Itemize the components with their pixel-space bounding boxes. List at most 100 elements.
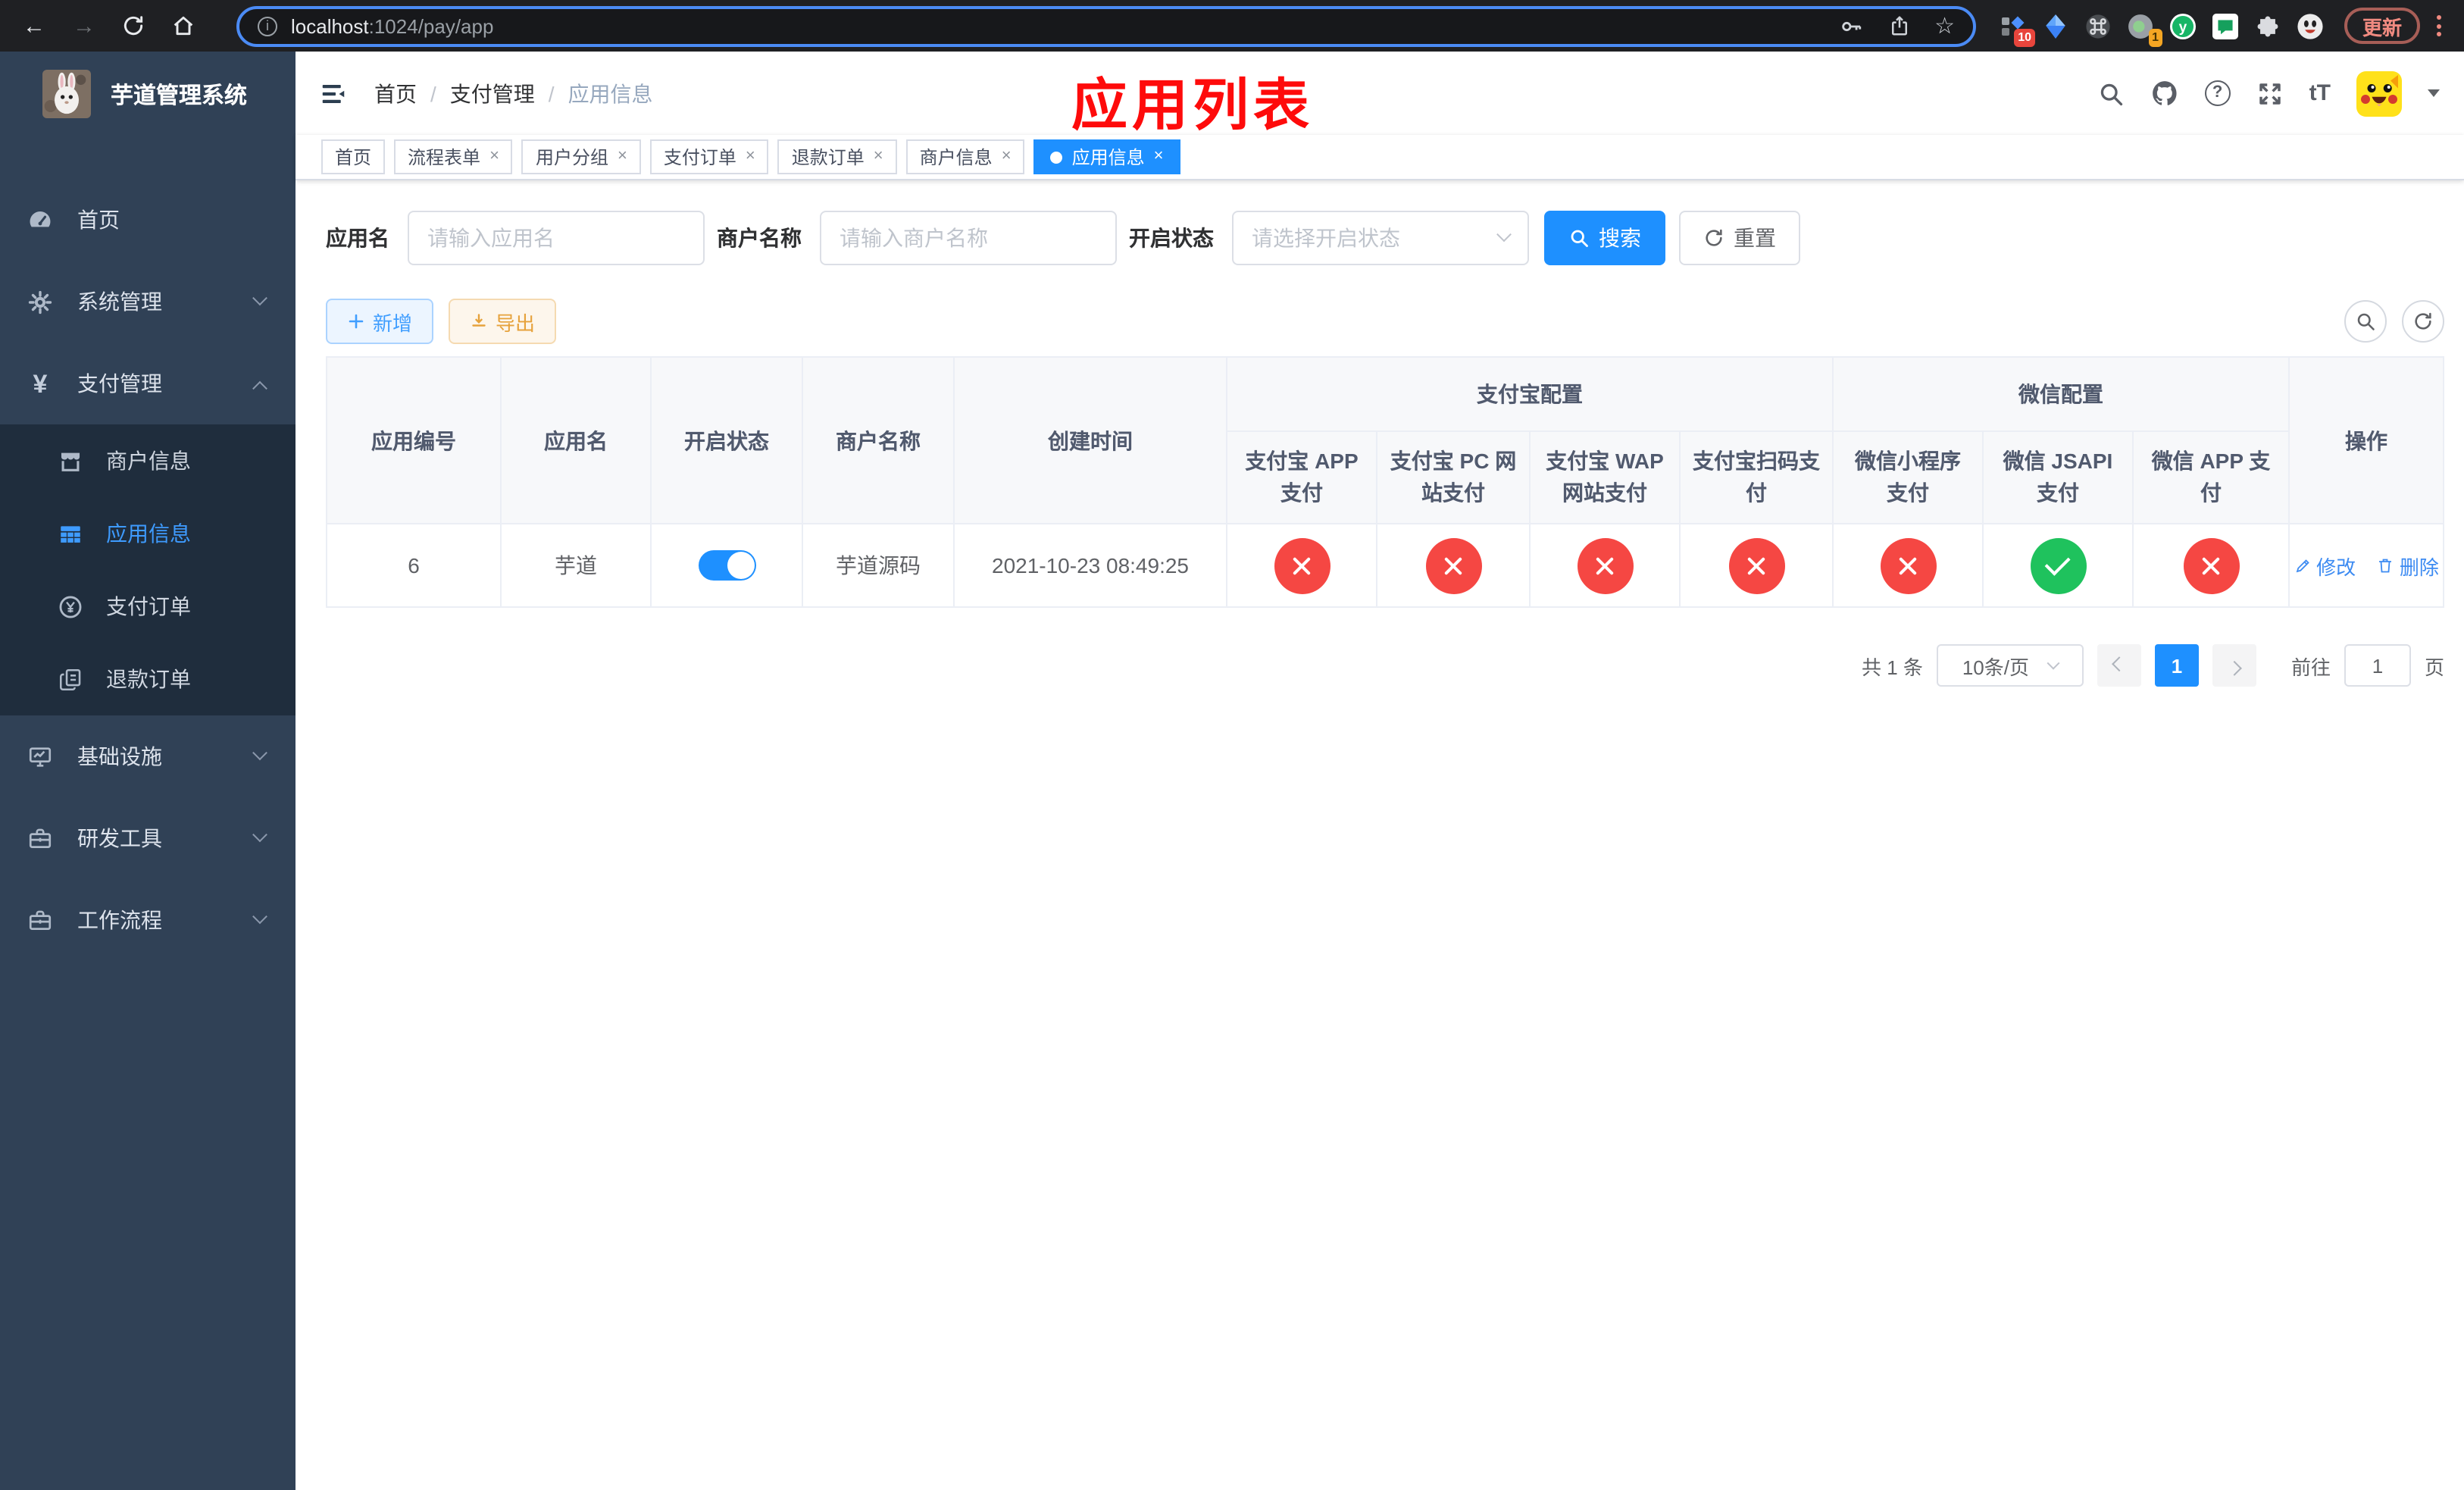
logo-rabbit-avatar [42, 70, 91, 118]
pay-status-icon [1274, 537, 1330, 593]
emoji-extension-icon[interactable] [2297, 13, 2323, 39]
sidebar-item-home[interactable]: 首页 [0, 179, 295, 261]
tab-user-group[interactable]: 用户分组 × [521, 139, 641, 174]
pay-status-icon [1880, 537, 1936, 593]
tab-home[interactable]: 首页 [321, 139, 386, 174]
col-alipay-pc: 支付宝 PC 网站支付 [1376, 430, 1531, 524]
sidebar-item-refund-orders[interactable]: 退款订单 [0, 643, 295, 715]
user-avatar[interactable] [2356, 70, 2402, 116]
breadcrumb-home[interactable]: 首页 [374, 78, 417, 108]
tab-pay-orders[interactable]: 支付订单 × [649, 139, 769, 174]
chat-extension-icon[interactable] [2212, 13, 2238, 39]
col-alipay-app: 支付宝 APP 支付 [1226, 430, 1377, 524]
sidebar-item-system[interactable]: 系统管理 [0, 261, 295, 343]
group-wechat-config: 微信配置 [1832, 356, 2290, 432]
sidebar-item-merchant-info[interactable]: 商户信息 [0, 424, 295, 497]
prev-page-button[interactable] [2097, 644, 2141, 687]
github-icon[interactable] [2150, 79, 2179, 108]
chevron-down-icon[interactable] [2428, 89, 2440, 97]
info-icon[interactable]: i [258, 16, 277, 36]
fullscreen-icon[interactable] [2256, 80, 2284, 107]
app-name-label: 应用名 [326, 226, 389, 250]
shop-icon [58, 448, 83, 474]
sidebar-item-dev-tools[interactable]: 研发工具 [0, 797, 295, 879]
sidebar-item-app-info[interactable]: 应用信息 [0, 497, 295, 570]
reset-button[interactable]: 重置 [1679, 211, 1800, 265]
add-button[interactable]: 新增 [326, 299, 434, 344]
sidebar-item-pay-orders[interactable]: 支付订单 [0, 570, 295, 643]
chevron-left-icon [2112, 656, 2127, 671]
forward-icon[interactable]: → [71, 13, 97, 39]
goto-label: 前往 [2290, 656, 2331, 678]
sidebar-item-payment[interactable]: ¥ 支付管理 [0, 343, 295, 424]
bookmark-star-icon[interactable]: ☆ [1934, 12, 1955, 39]
home-icon[interactable] [171, 14, 197, 38]
breadcrumb: 首页 / 支付管理 / 应用信息 [374, 78, 653, 108]
breadcrumb-current: 应用信息 [568, 81, 653, 105]
close-icon[interactable]: × [874, 148, 883, 165]
pay-status-icon [2183, 537, 2239, 593]
close-icon[interactable]: × [746, 148, 755, 165]
kite-extension-icon[interactable] [2043, 13, 2068, 39]
page-size-select[interactable]: 10条/页 [1936, 644, 2084, 687]
command-extension-icon[interactable] [2085, 13, 2111, 39]
reload-icon[interactable] [121, 14, 147, 38]
edit-link[interactable]: 修改 [2294, 551, 2356, 580]
delete-link[interactable]: 删除 [2377, 551, 2439, 580]
grid-table-icon [58, 521, 83, 546]
status-label: 开启状态 [1129, 226, 1214, 250]
status-select[interactable]: 请选择开启状态 [1232, 211, 1529, 265]
yen-circle-icon [58, 593, 83, 619]
tab-merchant-info[interactable]: 商户信息 × [905, 139, 1025, 174]
refresh-button[interactable] [2402, 300, 2444, 343]
help-icon[interactable]: ? [2204, 80, 2231, 106]
current-page-button[interactable]: 1 [2154, 644, 2199, 687]
document-copy-icon [58, 666, 83, 692]
tasks-extension-icon[interactable]: 10 [2000, 13, 2035, 46]
back-icon[interactable]: ← [21, 13, 47, 39]
extensions-puzzle-icon[interactable] [2255, 13, 2281, 39]
recorder-extension-icon[interactable]: 1 [2128, 13, 2162, 46]
active-dot [1050, 151, 1063, 163]
tab-refund-orders[interactable]: 退款订单 × [777, 139, 897, 174]
sidebar-item-workflow[interactable]: 工作流程 [0, 879, 295, 961]
app-name-input[interactable] [408, 211, 705, 265]
chevron-up-icon [252, 380, 267, 396]
status-toggle[interactable] [698, 550, 755, 581]
close-icon[interactable]: × [1002, 148, 1012, 165]
chrome-menu-icon[interactable] [2434, 12, 2444, 39]
search-icon[interactable] [2097, 80, 2125, 107]
tab-process-form[interactable]: 流程表单 × [394, 139, 513, 174]
col-status: 开启状态 [650, 356, 803, 524]
close-icon[interactable]: × [618, 148, 627, 165]
search-button[interactable]: 搜索 [1544, 211, 1665, 265]
y-extension-icon[interactable]: y [2170, 13, 2196, 39]
tab-app-info[interactable]: 应用信息 × [1033, 139, 1180, 174]
chrome-update-button[interactable]: 更新 [2344, 8, 2421, 44]
password-key-icon[interactable] [1837, 13, 1863, 39]
col-merchant: 商户名称 [802, 356, 955, 524]
share-icon[interactable] [1887, 14, 1910, 38]
close-icon[interactable]: × [489, 148, 499, 165]
sidebar-item-infrastructure[interactable]: 基础设施 [0, 715, 295, 797]
chevron-down-icon [2047, 656, 2060, 670]
goto-page-input[interactable] [2344, 644, 2411, 687]
breadcrumb-payment[interactable]: 支付管理 [450, 78, 535, 108]
font-size-icon[interactable]: tT [2309, 80, 2331, 106]
next-page-button[interactable] [2212, 644, 2256, 687]
pay-status-icon [1425, 537, 1481, 593]
toolbox-icon [27, 907, 53, 933]
app-table: 应用编号 应用名 开启状态 商户名称 创建时间 支付宝配置 微信配置 操作 支付… [326, 356, 2444, 608]
col-wechat-mini: 微信小程序支付 [1832, 430, 1984, 524]
chevron-right-icon [2227, 659, 2242, 675]
main-area: 首页 / 支付管理 / 应用信息 应用列表 ? tT 首页 流程表单 × 用户分… [295, 52, 2464, 1490]
close-icon[interactable]: × [1154, 148, 1164, 165]
collapse-sidebar-icon[interactable] [320, 80, 347, 107]
address-bar[interactable]: i localhost:1024/pay/app ☆ [236, 5, 1976, 46]
show-search-toggle-button[interactable] [2344, 300, 2387, 343]
chevron-down-icon [1496, 226, 1512, 242]
export-button[interactable]: 导出 [449, 299, 557, 344]
page-content: 应用名 商户名称 开启状态 请选择开启状态 搜索 重置 [295, 180, 2464, 687]
top-navbar: 首页 / 支付管理 / 应用信息 应用列表 ? tT [295, 52, 2464, 136]
merchant-name-input[interactable] [820, 211, 1117, 265]
